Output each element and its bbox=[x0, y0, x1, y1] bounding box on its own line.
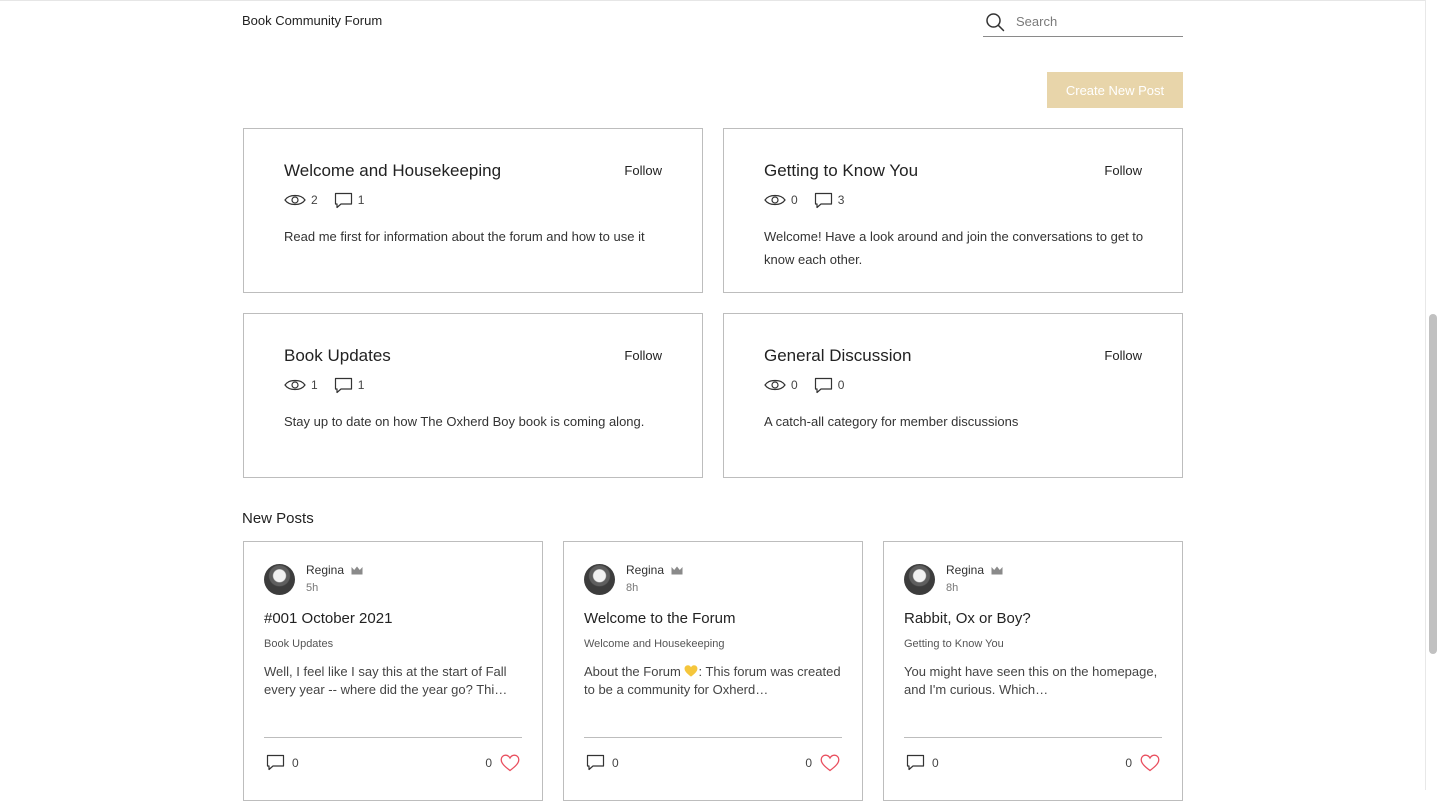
forum-title[interactable]: Book Community Forum bbox=[242, 13, 382, 28]
post-title[interactable]: Welcome to the Forum bbox=[584, 610, 735, 627]
category-title[interactable]: Book Updates bbox=[284, 346, 391, 366]
category-stats: 2 1 bbox=[284, 191, 380, 209]
scrollbar[interactable] bbox=[1425, 0, 1440, 790]
post-comments[interactable]: 0 bbox=[906, 754, 939, 771]
comment-icon[interactable] bbox=[266, 754, 285, 771]
eye-icon bbox=[284, 194, 306, 206]
heart-icon[interactable] bbox=[500, 754, 520, 772]
comment-icon bbox=[334, 192, 352, 208]
divider bbox=[264, 737, 522, 738]
comment-count: 0 bbox=[292, 755, 299, 770]
view-count: 0 bbox=[791, 193, 798, 207]
post-time: 8h bbox=[626, 582, 639, 594]
view-count: 2 bbox=[311, 193, 318, 207]
search-bar[interactable] bbox=[983, 6, 1183, 37]
comment-count: 1 bbox=[357, 193, 365, 207]
category-title[interactable]: Getting to Know You bbox=[764, 161, 918, 181]
post-excerpt[interactable]: You might have seen this on the homepage… bbox=[904, 663, 1162, 699]
category-card-book-updates[interactable]: Book Updates Follow 1 1 Stay up to date … bbox=[243, 313, 703, 478]
post-time: 5h bbox=[306, 582, 319, 594]
post-excerpt[interactable]: About the Forum : This forum was created… bbox=[584, 663, 842, 699]
category-title[interactable]: General Discussion bbox=[764, 346, 911, 366]
post-category[interactable]: Welcome and Housekeeping bbox=[584, 638, 724, 650]
avatar[interactable] bbox=[904, 564, 935, 595]
eye-icon bbox=[764, 379, 786, 391]
post-card[interactable]: Regina 5h #001 October 2021 Book Updates… bbox=[243, 541, 543, 801]
eye-icon bbox=[764, 194, 786, 206]
comment-icon bbox=[334, 377, 352, 393]
category-card-welcome[interactable]: Welcome and Housekeeping Follow 2 1 Read… bbox=[243, 128, 703, 293]
post-category[interactable]: Getting to Know You bbox=[904, 638, 1004, 650]
post-excerpt[interactable]: Well, I feel like I say this at the star… bbox=[264, 663, 522, 699]
comment-icon bbox=[814, 192, 832, 208]
search-icon[interactable] bbox=[985, 12, 1005, 32]
post-likes[interactable]: 0 bbox=[1125, 754, 1160, 772]
divider bbox=[584, 737, 842, 738]
follow-button[interactable]: Follow bbox=[624, 163, 662, 178]
follow-button[interactable]: Follow bbox=[1104, 348, 1142, 363]
view-count: 1 bbox=[311, 378, 318, 392]
post-title[interactable]: #001 October 2021 bbox=[264, 610, 392, 627]
comment-icon[interactable] bbox=[586, 754, 605, 771]
post-comments[interactable]: 0 bbox=[586, 754, 619, 771]
comment-count: 3 bbox=[837, 193, 845, 207]
comment-count: 0 bbox=[612, 755, 619, 770]
category-description: A catch-all category for member discussi… bbox=[764, 414, 1019, 429]
divider bbox=[904, 737, 1162, 738]
heart-icon[interactable] bbox=[820, 754, 840, 772]
category-card-getting-to-know-you[interactable]: Getting to Know You Follow 0 3 Welcome! … bbox=[723, 128, 1183, 293]
heart-icon[interactable] bbox=[1140, 754, 1160, 772]
comment-count: 0 bbox=[932, 755, 939, 770]
post-card[interactable]: Regina 8h Rabbit, Ox or Boy? Getting to … bbox=[883, 541, 1183, 801]
search-input[interactable] bbox=[1016, 10, 1176, 32]
avatar[interactable] bbox=[264, 564, 295, 595]
category-card-general-discussion[interactable]: General Discussion Follow 0 0 A catch-al… bbox=[723, 313, 1183, 478]
post-likes[interactable]: 0 bbox=[485, 754, 520, 772]
author-name[interactable]: Regina bbox=[946, 563, 984, 577]
post-author[interactable]: Regina bbox=[626, 563, 683, 577]
scrollbar-thumb[interactable] bbox=[1429, 314, 1437, 654]
like-count: 0 bbox=[1125, 756, 1132, 770]
post-comments[interactable]: 0 bbox=[266, 754, 299, 771]
crown-icon bbox=[671, 566, 683, 574]
category-stats: 0 0 bbox=[764, 376, 860, 394]
view-count: 0 bbox=[791, 378, 798, 392]
category-stats: 1 1 bbox=[284, 376, 380, 394]
post-likes[interactable]: 0 bbox=[805, 754, 840, 772]
new-posts-heading: New Posts bbox=[242, 510, 314, 527]
comment-count: 1 bbox=[357, 378, 365, 392]
yellow-heart-icon bbox=[685, 665, 698, 677]
like-count: 0 bbox=[485, 756, 492, 770]
post-time: 8h bbox=[946, 582, 959, 594]
author-name[interactable]: Regina bbox=[306, 563, 344, 577]
like-count: 0 bbox=[805, 756, 812, 770]
top-border bbox=[0, 0, 1426, 1]
category-title[interactable]: Welcome and Housekeeping bbox=[284, 161, 501, 181]
follow-button[interactable]: Follow bbox=[1104, 163, 1142, 178]
avatar[interactable] bbox=[584, 564, 615, 595]
comment-icon[interactable] bbox=[906, 754, 925, 771]
category-description: Welcome! Have a look around and join the… bbox=[764, 229, 1144, 267]
post-author[interactable]: Regina bbox=[306, 563, 363, 577]
author-name[interactable]: Regina bbox=[626, 563, 664, 577]
post-author[interactable]: Regina bbox=[946, 563, 1003, 577]
eye-icon bbox=[284, 379, 306, 391]
crown-icon bbox=[991, 566, 1003, 574]
post-card[interactable]: Regina 8h Welcome to the Forum Welcome a… bbox=[563, 541, 863, 801]
post-title[interactable]: Rabbit, Ox or Boy? bbox=[904, 610, 1031, 627]
post-category[interactable]: Book Updates bbox=[264, 638, 333, 650]
category-description: Read me first for information about the … bbox=[284, 229, 645, 244]
comment-icon bbox=[814, 377, 832, 393]
follow-button[interactable]: Follow bbox=[624, 348, 662, 363]
category-description: Stay up to date on how The Oxherd Boy bo… bbox=[284, 414, 645, 429]
comment-count: 0 bbox=[837, 378, 845, 392]
excerpt-text-before: About the Forum bbox=[584, 664, 685, 679]
category-stats: 0 3 bbox=[764, 191, 860, 209]
crown-icon bbox=[351, 566, 363, 574]
create-new-post-button[interactable]: Create New Post bbox=[1047, 72, 1183, 108]
